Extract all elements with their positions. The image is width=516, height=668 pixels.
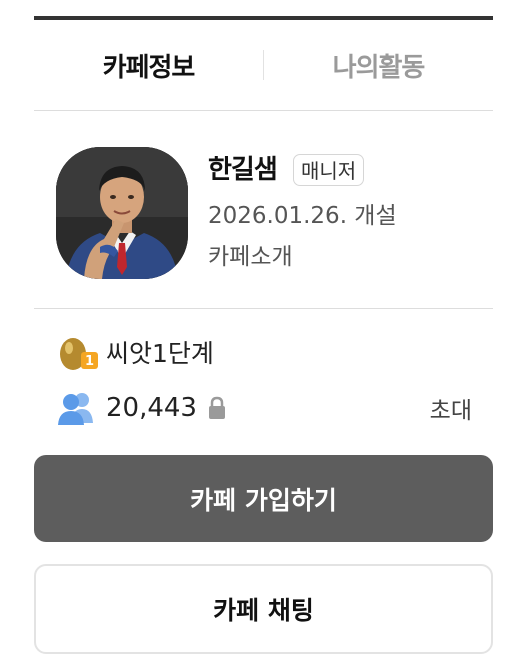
cafe-chat-button[interactable]: 카페 채팅 bbox=[34, 564, 493, 654]
tab-cafe-info[interactable]: 카페정보 bbox=[34, 47, 263, 84]
invite-link[interactable]: 초대 bbox=[430, 391, 472, 425]
cafe-created-date: 2026.01.26. 개설 bbox=[208, 203, 397, 229]
join-cafe-button[interactable]: 카페 가입하기 bbox=[34, 455, 493, 542]
member-count: 20,443 bbox=[106, 393, 197, 423]
cafe-level-label: 씨앗1단계 bbox=[106, 339, 214, 368]
manager-name: 한길샘 bbox=[208, 155, 278, 185]
cafe-profile-section: 한길샘 매니저 2026.01.26. 개설 카페소개 bbox=[34, 111, 493, 309]
tab-my-activity[interactable]: 나의활동 bbox=[264, 47, 493, 84]
svg-text:1: 1 bbox=[85, 354, 94, 369]
members-icon bbox=[58, 393, 93, 425]
manager-photo-icon bbox=[56, 147, 188, 279]
manager-role-badge: 매니저 bbox=[293, 154, 365, 186]
manager-avatar[interactable] bbox=[56, 147, 188, 279]
tab-bar: 카페정보 나의활동 bbox=[34, 20, 493, 111]
seed-level-icon: 1 bbox=[60, 338, 98, 370]
lock-icon bbox=[208, 396, 225, 419]
member-stats: 20,443 초대 bbox=[58, 388, 472, 428]
cafe-intro-link[interactable]: 카페소개 bbox=[208, 242, 293, 272]
cafe-level: 1 씨앗1단계 bbox=[56, 332, 214, 372]
